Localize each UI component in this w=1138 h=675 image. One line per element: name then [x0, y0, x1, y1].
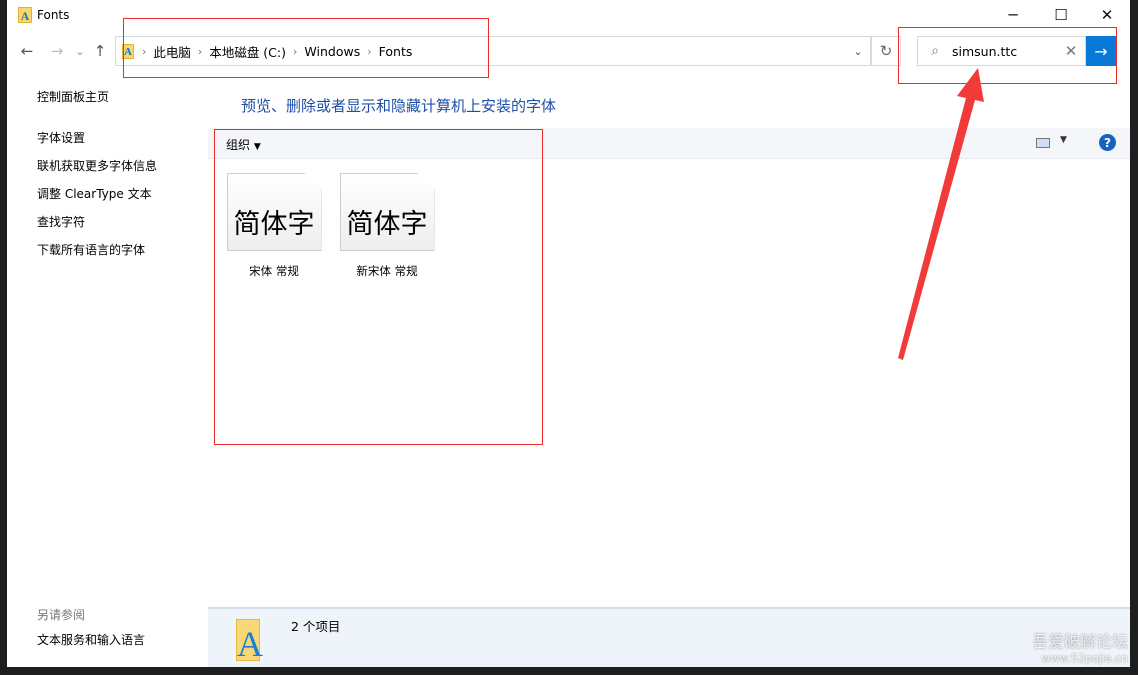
annotation-arrow-icon: [898, 68, 984, 360]
